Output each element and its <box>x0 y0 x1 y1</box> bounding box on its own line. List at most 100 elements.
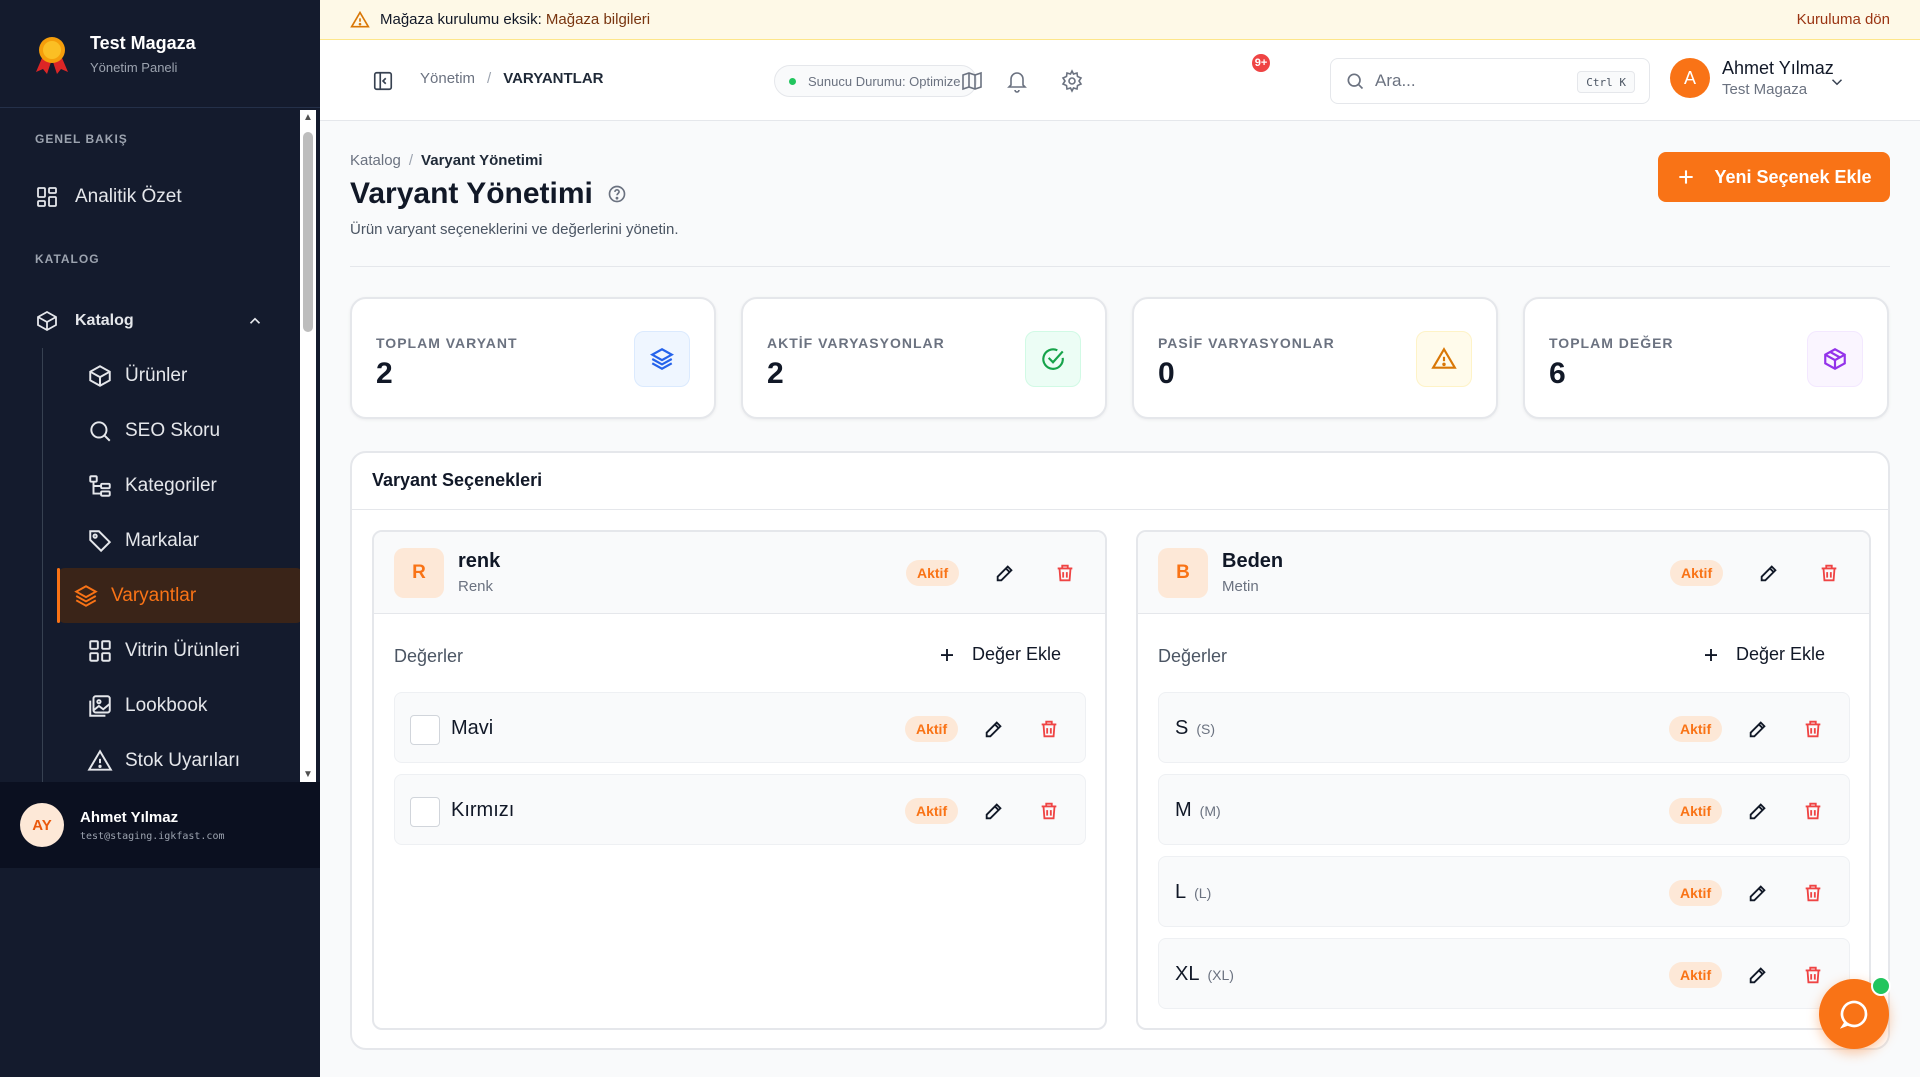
value-row: Mavi Aktif <box>394 692 1086 763</box>
scroll-up-arrow-icon[interactable]: ▲ <box>302 112 314 124</box>
section-overview: GENEL BAKIŞ <box>35 132 128 146</box>
brand-name: Test Magaza <box>90 32 196 53</box>
layers-icon <box>634 331 690 387</box>
sidebar: Test Magaza Yönetim Paneli GENEL BAKIŞ A… <box>0 0 320 1077</box>
delete-value-button[interactable] <box>1036 798 1062 824</box>
chevron-down-icon[interactable] <box>1828 73 1846 91</box>
value-row: M (M) Aktif <box>1158 774 1850 845</box>
notification-count-badge: 9+ <box>1250 52 1272 74</box>
sidebar-item-lookbook[interactable]: Lookbook <box>57 678 304 733</box>
sidebar-item-label: Varyantlar <box>111 584 197 606</box>
pencil-icon <box>985 721 1002 738</box>
option-type: Renk <box>458 578 494 595</box>
add-value-label: Değer Ekle <box>1736 644 1826 664</box>
breadcrumb-root[interactable]: Yönetim <box>420 70 475 87</box>
trash-icon <box>1805 966 1821 984</box>
cube-icon <box>1807 331 1863 387</box>
scrollbar-thumb[interactable] <box>303 132 313 332</box>
sidebar-user[interactable]: AY Ahmet Yılmaz test@staging.igkfast.com <box>0 782 320 868</box>
search-icon <box>1347 73 1364 90</box>
user-menu[interactable]: A Ahmet Yılmaz Test Magaza <box>1670 58 1834 98</box>
value-code: (XL) <box>1207 967 1234 983</box>
add-value-button[interactable]: Değer Ekle <box>1702 644 1825 665</box>
edit-value-button[interactable] <box>1745 798 1771 824</box>
plus-icon <box>941 648 953 661</box>
delete-value-button[interactable] <box>1800 798 1826 824</box>
server-status-badge: Sunucu Durumu: Optimize <box>774 65 978 97</box>
add-value-label: Değer Ekle <box>972 644 1062 664</box>
scroll-down-arrow-icon[interactable]: ▼ <box>302 769 314 781</box>
search-box[interactable]: Ctrl K <box>1330 58 1650 104</box>
pencil-icon <box>996 565 1013 582</box>
value-label: S <box>1175 717 1189 739</box>
sidebar-item-analytics[interactable]: Analitik Özet <box>0 170 320 224</box>
breadcrumb-current: Varyant Yönetimi <box>421 152 543 169</box>
sidebar-item-showcase[interactable]: Vitrin Ürünleri <box>57 623 304 678</box>
sidebar-item-stock-alerts[interactable]: Stok Uyarıları <box>57 733 304 782</box>
edit-value-button[interactable] <box>981 716 1007 742</box>
option-name: Beden <box>1222 550 1284 572</box>
search-input[interactable] <box>1375 71 1565 91</box>
brand-subtitle: Yönetim Paneli <box>90 59 178 75</box>
setup-banner: Mağaza kurulumu eksik: Mağaza bilgileri … <box>320 0 1920 40</box>
sidebar-item-label: Kategoriler <box>125 474 217 496</box>
sidebar-item-label: Lookbook <box>125 694 208 716</box>
grid-icon <box>89 639 111 662</box>
sidebar-item-categories[interactable]: Kategoriler <box>57 458 304 513</box>
panel-title: Varyant Seçenekleri <box>372 470 543 490</box>
breadcrumb-separator: / <box>487 70 492 87</box>
delete-value-button[interactable] <box>1800 716 1826 742</box>
sidebar-item-variants[interactable]: Varyantlar <box>57 568 304 623</box>
value-code: (L) <box>1194 885 1212 901</box>
pencil-icon <box>1760 565 1777 582</box>
tag-icon <box>89 529 112 552</box>
delete-value-button[interactable] <box>1036 716 1062 742</box>
sidebar-item-seo[interactable]: SEO Skoru <box>57 403 304 458</box>
chevron-up-icon[interactable] <box>246 312 264 330</box>
sidebar-item-label: Vitrin Ürünleri <box>125 639 240 661</box>
breadcrumb-root[interactable]: Katalog <box>350 152 401 169</box>
tree-icon <box>89 474 111 497</box>
delete-option-button[interactable] <box>1816 560 1842 586</box>
sidebar-nav[interactable]: GENEL BAKIŞ Analitik Özet KATALOG Katalo… <box>0 108 320 782</box>
map-icon[interactable] <box>960 69 984 93</box>
variant-option-card: R renk Renk Aktif Değerler Değer Ekle Ma… <box>372 530 1107 1030</box>
sidebar-item-label: Katalog <box>75 312 134 329</box>
edit-value-button[interactable] <box>981 798 1007 824</box>
edit-value-button[interactable] <box>1745 962 1771 988</box>
sidebar-item-catalog[interactable]: Katalog <box>0 294 320 348</box>
add-value-button[interactable]: Değer Ekle <box>938 644 1061 665</box>
sidebar-item-label: Stok Uyarıları <box>125 749 241 771</box>
delete-value-button[interactable] <box>1800 962 1826 988</box>
sidebar-toggle-icon[interactable] <box>372 70 394 92</box>
edit-value-button[interactable] <box>1745 880 1771 906</box>
search-shortcut-hint: Ctrl K <box>1577 71 1635 93</box>
edit-option-button[interactable] <box>1756 560 1782 586</box>
sidebar-item-label: SEO Skoru <box>125 419 221 441</box>
stat-card-total-values: TOPLAM DEĞER 6 <box>1523 297 1889 419</box>
sidebar-item-brands[interactable]: Markalar <box>57 513 304 568</box>
banner-text: Mağaza kurulumu eksik: <box>380 11 542 28</box>
sidebar-scrollbar[interactable]: ▲ ▼ <box>300 110 316 783</box>
sidebar-item-label: Analitik Özet <box>75 186 182 207</box>
delete-option-button[interactable] <box>1052 560 1078 586</box>
edit-option-button[interactable] <box>992 560 1018 586</box>
variant-option-header: R renk Renk Aktif <box>374 532 1105 614</box>
brand[interactable]: Test Magaza Yönetim Paneli <box>0 0 320 108</box>
page-breadcrumb: Katalog / Varyant Yönetimi <box>350 152 542 169</box>
delete-value-button[interactable] <box>1800 880 1826 906</box>
new-option-button[interactable]: Yeni Seçenek Ekle <box>1658 152 1890 202</box>
stat-value: 6 <box>1549 357 1566 390</box>
sidebar-item-products[interactable]: Ürünler <box>57 348 304 403</box>
bell-icon[interactable] <box>1005 69 1029 93</box>
help-circle-icon[interactable] <box>607 184 627 204</box>
avatar: A <box>1670 58 1710 98</box>
server-status-text: Sunucu Durumu: Optimize <box>808 73 961 89</box>
edit-value-button[interactable] <box>1745 716 1771 742</box>
variant-options-panel: Varyant Seçenekleri R renk Renk Aktif De… <box>350 451 1890 1050</box>
return-setup-link[interactable]: Kuruluma dön <box>1797 11 1890 28</box>
value-row: XL (XL) Aktif <box>1158 938 1850 1009</box>
value-label: M <box>1175 799 1192 821</box>
gear-icon[interactable] <box>1060 69 1084 93</box>
stat-card-passive-variations: PASİF VARYASYONLAR 0 <box>1132 297 1498 419</box>
